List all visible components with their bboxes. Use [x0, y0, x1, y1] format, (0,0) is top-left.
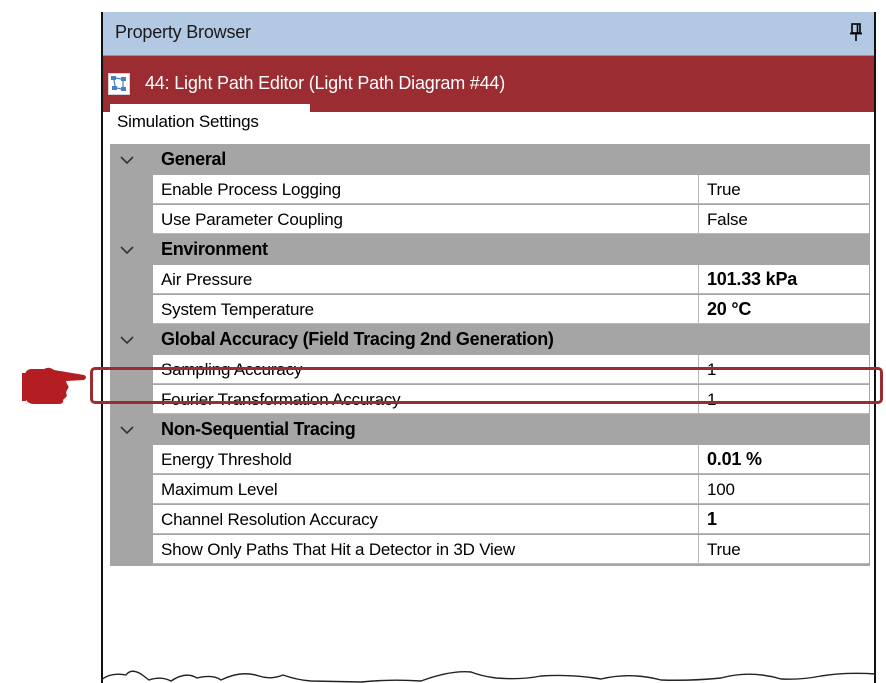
category-label: General	[161, 149, 226, 169]
category-label: Environment	[161, 239, 268, 259]
property-value[interactable]: 1	[699, 505, 869, 534]
property-value[interactable]: 100	[699, 475, 869, 504]
chevron-down-icon[interactable]	[119, 243, 135, 257]
panel-title: Property Browser	[115, 22, 251, 42]
category-label: Global Accuracy (Field Tracing 2nd Gener…	[161, 329, 554, 349]
category-label: Non-Sequential Tracing	[161, 419, 356, 439]
property-row: System Temperature 20 °C	[111, 295, 869, 325]
light-path-editor-icon	[108, 73, 130, 95]
property-row: Enable Process Logging True	[111, 175, 869, 205]
torn-edge	[101, 670, 876, 683]
category-global-accuracy[interactable]: Global Accuracy (Field Tracing 2nd Gener…	[111, 325, 869, 355]
property-value[interactable]: True	[699, 175, 869, 204]
property-value[interactable]: True	[699, 535, 869, 564]
property-row: Energy Threshold 0.01 %	[111, 445, 869, 475]
property-value[interactable]: 0.01 %	[699, 445, 869, 474]
property-value[interactable]: 20 °C	[699, 295, 869, 324]
property-row: Show Only Paths That Hit a Detector in 3…	[111, 535, 869, 565]
property-name[interactable]: Enable Process Logging	[153, 175, 699, 204]
property-name[interactable]: Air Pressure	[153, 265, 699, 294]
title-bar: Property Browser	[103, 12, 874, 56]
property-row: Air Pressure 101.33 kPa	[111, 265, 869, 295]
property-name[interactable]: Energy Threshold	[153, 445, 699, 474]
category-non-sequential-tracing[interactable]: Non-Sequential Tracing	[111, 415, 869, 445]
category-general[interactable]: General	[111, 145, 869, 175]
highlight-frame	[90, 367, 883, 404]
document-title: 44: Light Path Editor (Light Path Diagra…	[145, 73, 506, 93]
property-row: Channel Resolution Accuracy 1	[111, 505, 869, 535]
property-name[interactable]: Maximum Level	[153, 475, 699, 504]
tab-simulation-settings[interactable]: Simulation Settings	[110, 104, 310, 143]
chevron-down-icon[interactable]	[119, 333, 135, 347]
property-grid: General Enable Process Logging True Use …	[110, 144, 870, 566]
chevron-down-icon[interactable]	[119, 153, 135, 167]
property-value[interactable]: 101.33 kPa	[699, 265, 869, 294]
property-row: Use Parameter Coupling False	[111, 205, 869, 235]
pointing-hand-icon	[22, 364, 88, 406]
pin-icon[interactable]	[849, 23, 863, 43]
property-value[interactable]: False	[699, 205, 869, 234]
property-name[interactable]: Show Only Paths That Hit a Detector in 3…	[153, 535, 699, 564]
property-name[interactable]: Use Parameter Coupling	[153, 205, 699, 234]
property-name[interactable]: System Temperature	[153, 295, 699, 324]
property-browser-panel: Property Browser 44: Light Path Editor (…	[101, 12, 876, 683]
property-name[interactable]: Channel Resolution Accuracy	[153, 505, 699, 534]
category-environment[interactable]: Environment	[111, 235, 869, 265]
chevron-down-icon[interactable]	[119, 423, 135, 437]
property-row: Maximum Level 100	[111, 475, 869, 505]
